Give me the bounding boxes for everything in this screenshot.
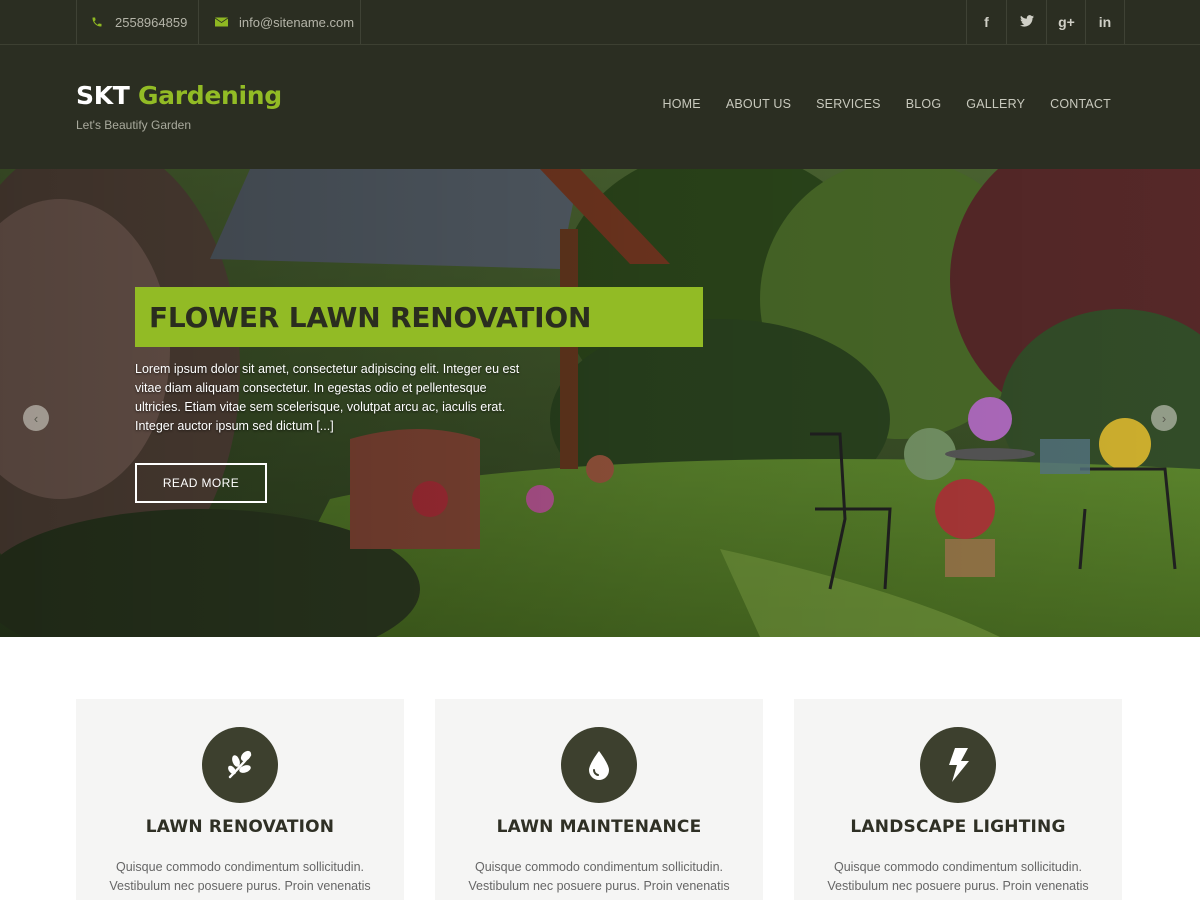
nav-contact[interactable]: CONTACT [1050, 97, 1111, 111]
hero-description: Lorem ipsum dolor sit amet, consectetur … [135, 362, 520, 433]
service-card-lawn-renovation[interactable]: LAWN RENOVATION Quisque commodo condimen… [76, 699, 404, 900]
water-drop-icon [589, 751, 609, 780]
site-tagline: Let's Beautify Garden [76, 118, 192, 132]
phone-icon [91, 16, 115, 28]
service-title: LANDSCAPE LIGHTING [850, 817, 1066, 837]
envelope-icon [215, 17, 239, 28]
nav-home[interactable]: HOME [663, 97, 701, 111]
service-text-line: Quisque commodo condimentum sollicitudin… [115, 860, 365, 874]
twitter-link[interactable] [1006, 0, 1046, 44]
site-logo[interactable]: SKT Gardening [76, 81, 282, 110]
service-text-line: Quisque commodo condimentum sollicitudin… [474, 860, 724, 874]
service-card-landscape-lighting[interactable]: LANDSCAPE LIGHTING Quisque commodo condi… [794, 699, 1122, 900]
phone-number: 2558964859 [115, 14, 188, 30]
slider-prev-button[interactable]: ‹ [23, 405, 49, 431]
site-header: SKT Gardening Let's Beautify Garden HOME… [0, 45, 1200, 169]
google-plus-icon: g+ [1058, 14, 1075, 30]
nav-gallery[interactable]: GALLERY [966, 97, 1025, 111]
hero-title-box: FLOWER LAWN RENOVATION [135, 287, 703, 347]
service-card-lawn-maintenance[interactable]: LAWN MAINTENANCE Quisque commodo condime… [435, 699, 763, 900]
logo-part-1: SKT [76, 81, 130, 110]
service-icon-circle [202, 727, 278, 803]
hero-title: FLOWER LAWN RENOVATION [149, 300, 592, 334]
service-text-line: Vestibulum nec posuere purus. Proin vene… [468, 879, 730, 893]
chevron-left-icon: ‹ [33, 410, 39, 426]
hero-slider: FLOWER LAWN RENOVATION Lorem ipsum dolor… [0, 169, 1200, 637]
service-title: LAWN MAINTENANCE [496, 817, 702, 837]
lightning-icon [949, 748, 969, 782]
chevron-right-icon: › [1161, 410, 1167, 426]
main-nav: HOME ABOUT US SERVICES BLOG GALLERY CONT… [663, 97, 1111, 111]
logo-part-2: Gardening [137, 81, 282, 110]
nav-about-us[interactable]: ABOUT US [726, 97, 791, 111]
service-text-line: Vestibulum nec posuere purus. Proin vene… [827, 879, 1089, 893]
service-description: Quisque commodo condimentum sollicitudin… [445, 858, 753, 896]
facebook-icon: f [984, 14, 989, 30]
service-description: Quisque commodo condimentum sollicitudin… [86, 858, 394, 896]
top-bar: 2558964859 info@sitename.com f g+ in [0, 0, 1200, 45]
service-title: LAWN RENOVATION [145, 817, 335, 837]
service-icon-circle [920, 727, 996, 803]
phone-contact[interactable]: 2558964859 [76, 0, 198, 44]
linkedin-icon: in [1098, 14, 1112, 30]
nav-services[interactable]: SERVICES [816, 97, 881, 111]
service-text-line: Quisque commodo condimentum sollicitudin… [833, 860, 1083, 874]
facebook-link[interactable]: f [966, 0, 1006, 44]
service-icon-circle [561, 727, 637, 803]
service-description: Quisque commodo condimentum sollicitudin… [804, 858, 1112, 896]
email-address: info@sitename.com [239, 14, 355, 30]
leaf-icon [228, 750, 252, 779]
read-more-button[interactable]: READ MORE [135, 463, 267, 503]
twitter-icon [1019, 14, 1034, 30]
email-contact[interactable]: info@sitename.com [198, 0, 361, 44]
service-text-line: Vestibulum nec posuere purus. Proin vene… [109, 879, 371, 893]
linkedin-link[interactable]: in [1085, 0, 1125, 44]
slider-next-button[interactable]: › [1151, 405, 1177, 431]
nav-blog[interactable]: BLOG [906, 97, 942, 111]
google-plus-link[interactable]: g+ [1046, 0, 1086, 44]
